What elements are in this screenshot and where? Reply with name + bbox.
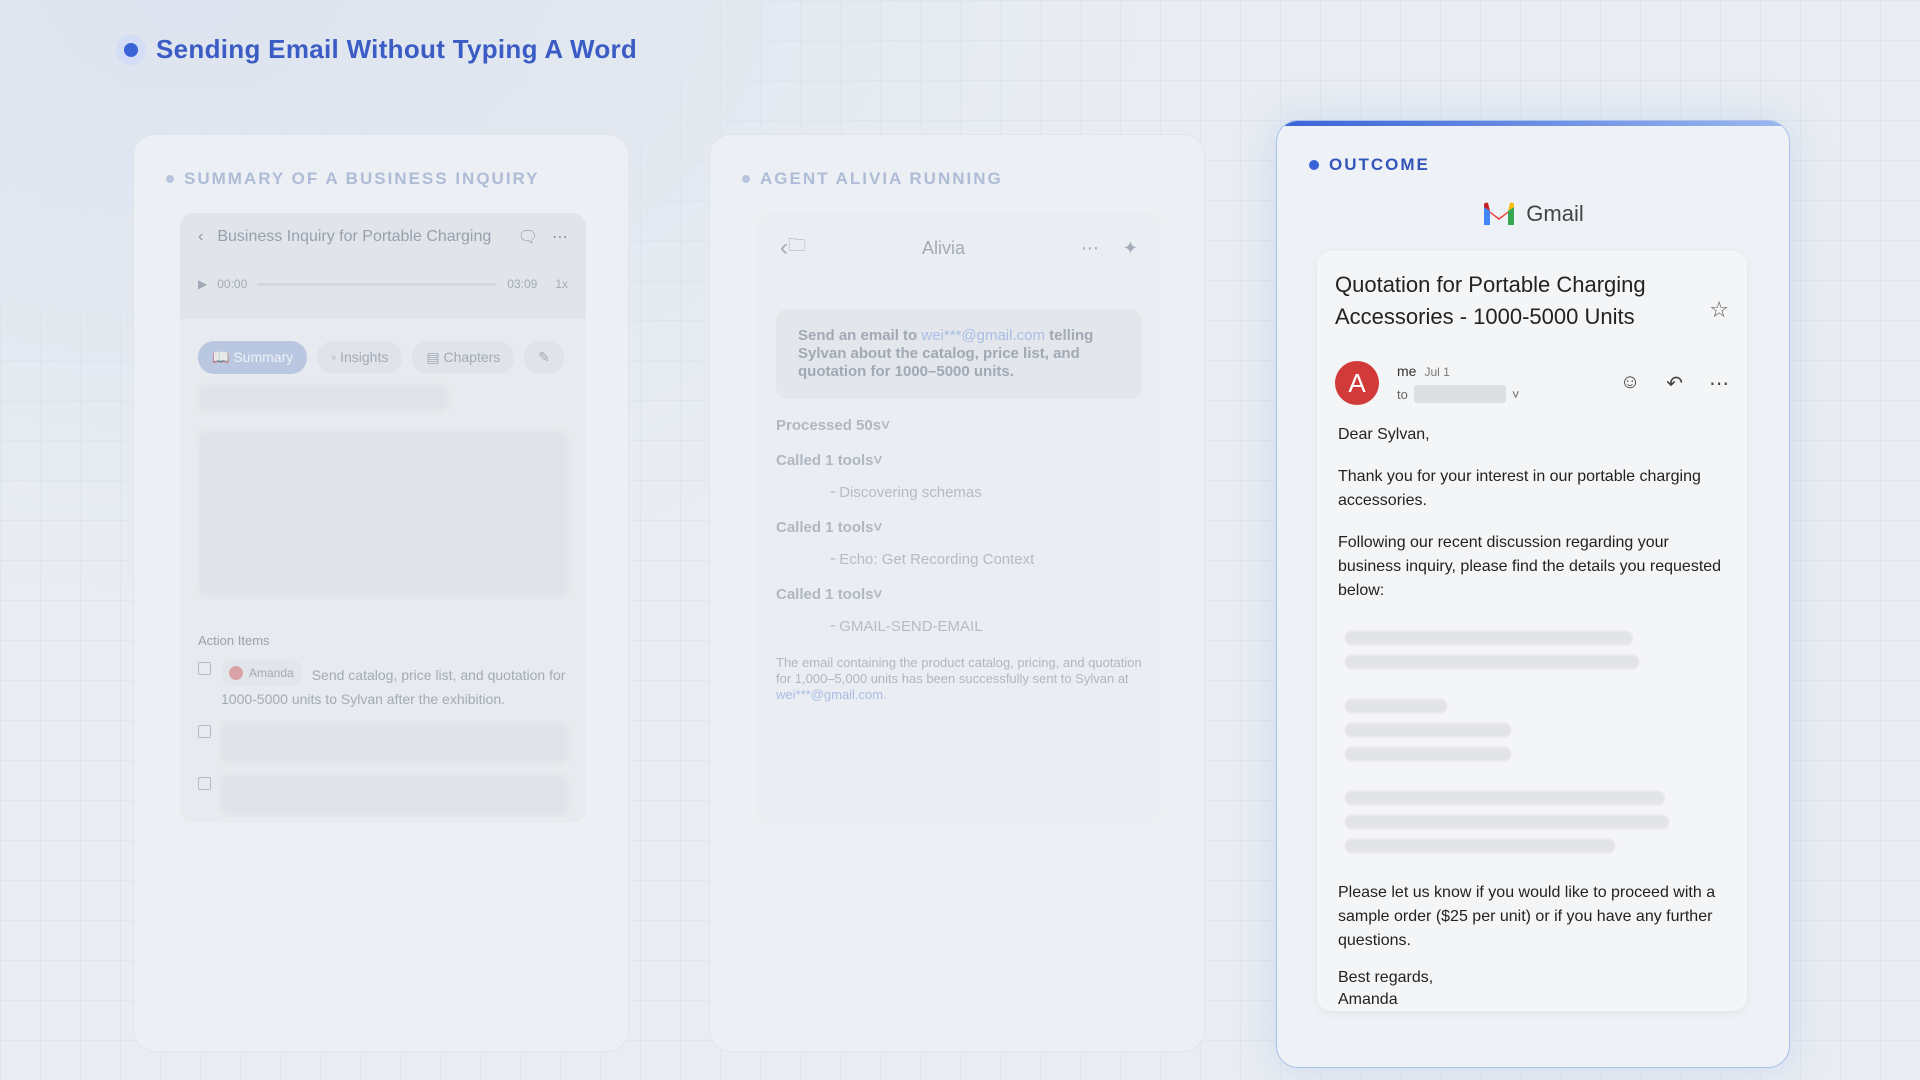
email-subject: Quotation for Portable Charging Accessor… xyxy=(1335,272,1646,329)
tool-call: ╶ GMAIL-SEND-EMAIL xyxy=(826,618,983,635)
greeting: Dear Sylvan, xyxy=(1338,426,1430,443)
step-label[interactable]: Called 1 tools˅ xyxy=(776,586,1162,603)
blurred-summary-block xyxy=(198,431,568,597)
page-title: Sending Email Without Typing A Word xyxy=(156,34,638,64)
action-item-checkbox[interactable] xyxy=(198,777,211,790)
summary-panel-label: SUMMARY OF A BUSINESS INQUIRY xyxy=(166,169,540,189)
summary-panel: SUMMARY OF A BUSINESS INQUIRY ‹ Business… xyxy=(133,134,629,1052)
result-email: wei***@gmail.com. xyxy=(776,687,887,702)
email-body: Dear Sylvan, Thank you for your interest… xyxy=(1335,423,1729,1011)
sender-name: me xyxy=(1397,363,1417,379)
blurred-action-item xyxy=(221,775,568,815)
action-item-checkbox[interactable] xyxy=(198,725,211,738)
signoff: Best regards, Amanda xyxy=(1338,969,1434,1008)
recording-title: Business Inquiry for Portable Charging xyxy=(217,228,492,245)
redacted-recipient xyxy=(1413,385,1506,403)
tool-call: ╶ Echo: Get Recording Context xyxy=(826,551,1035,568)
agent-card: ‹ 🗀 Alivia ⋯ ✦ Send an email to wei***@g… xyxy=(756,213,1162,823)
chat-bubble-icon[interactable]: 🗨 xyxy=(518,227,538,247)
time-start: 00:00 xyxy=(217,277,248,291)
action-item xyxy=(198,775,568,815)
step-label[interactable]: Called 1 tools˅ xyxy=(776,519,1162,536)
agent-header: ‹ 🗀 Alivia ⋯ ✦ xyxy=(756,213,1162,283)
recording-header: ‹ Business Inquiry for Portable Charging… xyxy=(180,213,586,319)
chevron-down-icon[interactable]: ˅ xyxy=(1512,387,1520,402)
reply-icon[interactable]: ↶ xyxy=(1666,371,1683,396)
tab-summary[interactable]: 📖 Summary xyxy=(198,341,308,374)
magic-wand-icon[interactable]: ✦ xyxy=(1123,238,1138,259)
assignee-avatar xyxy=(229,666,243,680)
more-icon[interactable]: ⋯ xyxy=(552,227,568,247)
title-bullet-icon xyxy=(116,34,146,65)
back-chevron-icon[interactable]: ‹ xyxy=(780,234,788,262)
user-prompt-bubble: Send an email to wei***@gmail.com tellin… xyxy=(776,309,1142,399)
email-subject-row: Quotation for Portable Charging Accessor… xyxy=(1335,269,1729,333)
outcome-panel-label: OUTCOME xyxy=(1309,155,1430,175)
blurred-heading xyxy=(198,385,448,411)
avatar: A xyxy=(1335,361,1379,405)
recording-card: ‹ Business Inquiry for Portable Charging… xyxy=(180,213,586,823)
emoji-icon[interactable]: ☺ xyxy=(1620,371,1640,396)
label-dot-icon xyxy=(1309,160,1319,170)
summary-tabs: 📖 Summary ◦ Insights ▤ Chapters ✎ xyxy=(180,319,586,374)
back-chevron-icon[interactable]: ‹ xyxy=(198,228,203,246)
processed-status[interactable]: Processed 50s˅ xyxy=(776,417,1162,434)
label-dot-icon xyxy=(742,175,750,183)
sender-row: A me Jul 1 to ˅ ☺ ↶ ⋯ xyxy=(1335,361,1729,405)
page-header: Sending Email Without Typing A Word xyxy=(116,34,637,65)
audio-player: ▶ 00:00 03:09 1x xyxy=(198,277,568,291)
paragraph: Thank you for your interest in our porta… xyxy=(1338,468,1701,509)
action-items-label: Action Items xyxy=(198,633,270,648)
gmail-logo-icon xyxy=(1484,202,1515,225)
prompt-email: wei***@gmail.com xyxy=(921,327,1045,344)
label-dot-icon xyxy=(166,175,174,183)
action-item xyxy=(198,723,568,763)
gmail-brand: Gmail xyxy=(1277,201,1789,227)
action-items: Action Items Amanda Send catalog, price l… xyxy=(180,633,586,815)
more-icon[interactable]: ⋯ xyxy=(1709,371,1729,396)
tab-more[interactable]: ✎ xyxy=(524,341,565,374)
step-label[interactable]: Called 1 tools˅ xyxy=(776,452,1162,469)
paragraph: Following our recent discussion regardin… xyxy=(1338,534,1722,599)
folder-icon[interactable]: 🗀 xyxy=(788,233,806,263)
playback-speed[interactable]: 1x xyxy=(555,277,568,291)
play-icon[interactable]: ▶ xyxy=(198,277,207,291)
agent-name: Alivia xyxy=(921,237,965,258)
star-icon[interactable]: ☆ xyxy=(1709,297,1729,323)
tab-chapters[interactable]: ▤ Chapters xyxy=(412,341,515,374)
recipient-line[interactable]: to ˅ xyxy=(1397,385,1620,403)
agent-panel: AGENT ALIVIA RUNNING ‹ 🗀 Alivia ⋯ ✦ Send… xyxy=(709,134,1205,1052)
tool-call: ╶ Discovering schemas xyxy=(826,484,982,501)
action-item-checkbox[interactable] xyxy=(198,662,211,675)
audio-progress-bar[interactable] xyxy=(257,282,498,286)
more-icon[interactable]: ⋯ xyxy=(1081,238,1099,259)
blurred-details xyxy=(1345,631,1729,853)
time-end: 03:09 xyxy=(507,277,538,291)
action-item: Amanda Send catalog, price list, and quot… xyxy=(198,660,568,711)
paragraph: Please let us know if you would like to … xyxy=(1338,884,1716,949)
outcome-panel: OUTCOME Gmail Quotation for Portable Cha… xyxy=(1276,120,1790,1068)
email-date: Jul 1 xyxy=(1424,365,1450,379)
assignee-chip: Amanda xyxy=(221,660,302,686)
blurred-action-item xyxy=(221,723,568,763)
tab-insights[interactable]: ◦ Insights xyxy=(317,341,403,374)
agent-panel-label: AGENT ALIVIA RUNNING xyxy=(742,169,1003,189)
agent-result: The email containing the product catalog… xyxy=(776,655,1142,702)
email-view: Quotation for Portable Charging Accessor… xyxy=(1317,251,1747,1011)
